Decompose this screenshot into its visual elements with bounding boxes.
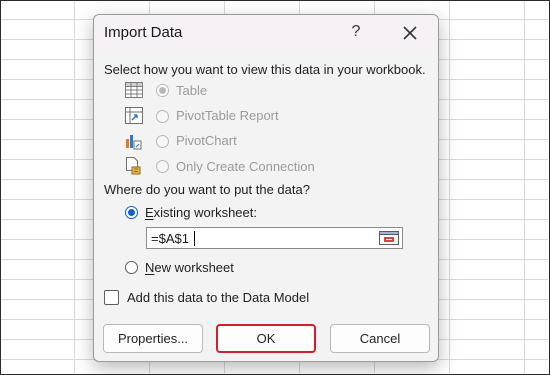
pivotchart-icon [125,132,143,150]
table-icon [125,82,143,100]
cell-reference-value: =$A$1 [151,231,189,246]
view-prompt: Select how you want to view this data in… [104,62,426,77]
existing-worksheet-label: Existing worksheet: [145,205,257,220]
connection-only-icon [125,157,143,175]
range-select-icon [379,231,399,245]
existing-worksheet-label-rest: xisting worksheet: [153,205,257,220]
close-button[interactable] [398,21,422,45]
import-data-dialog: Import Data ? Select how you want to vie… [93,14,439,362]
dialog-titlebar: Import Data ? [94,15,438,51]
properties-button[interactable]: Properties... [103,324,203,353]
pivottable-icon [125,107,143,125]
collapse-dialog-button[interactable] [378,230,400,246]
help-button[interactable]: ? [346,21,366,43]
ok-button[interactable]: OK [216,324,316,353]
table-option-label: Table [176,83,208,98]
new-worksheet-label: New worksheet [145,260,234,275]
dialog-title: Import Data [104,24,183,41]
cancel-button[interactable]: Cancel [330,324,430,353]
close-icon [403,26,417,40]
cell-reference-input[interactable]: =$A$1 [146,227,403,249]
location-prompt: Where do you want to put the data? [104,182,310,197]
pivottable-radio[interactable] [156,110,169,123]
existing-worksheet-radio[interactable] [125,206,138,219]
table-radio[interactable] [156,84,169,97]
ok-button-label: OK [256,331,276,346]
pivotchart-radio[interactable] [156,135,169,148]
data-model-checkbox[interactable] [104,290,119,305]
properties-button-label: Properties... [117,331,189,346]
connection-only-option-label: Only Create Connection [176,159,315,174]
connection-only-radio[interactable] [156,160,169,173]
pivotchart-option-label: PivotChart [176,133,237,148]
pivottable-option-label: PivotTable Report [176,108,279,123]
new-worksheet-label-rest: ew worksheet [154,260,234,275]
text-caret [194,231,195,246]
data-model-label: Add this data to the Data Model [127,290,310,305]
new-worksheet-radio[interactable] [125,261,138,274]
cancel-button-label: Cancel [359,331,401,346]
